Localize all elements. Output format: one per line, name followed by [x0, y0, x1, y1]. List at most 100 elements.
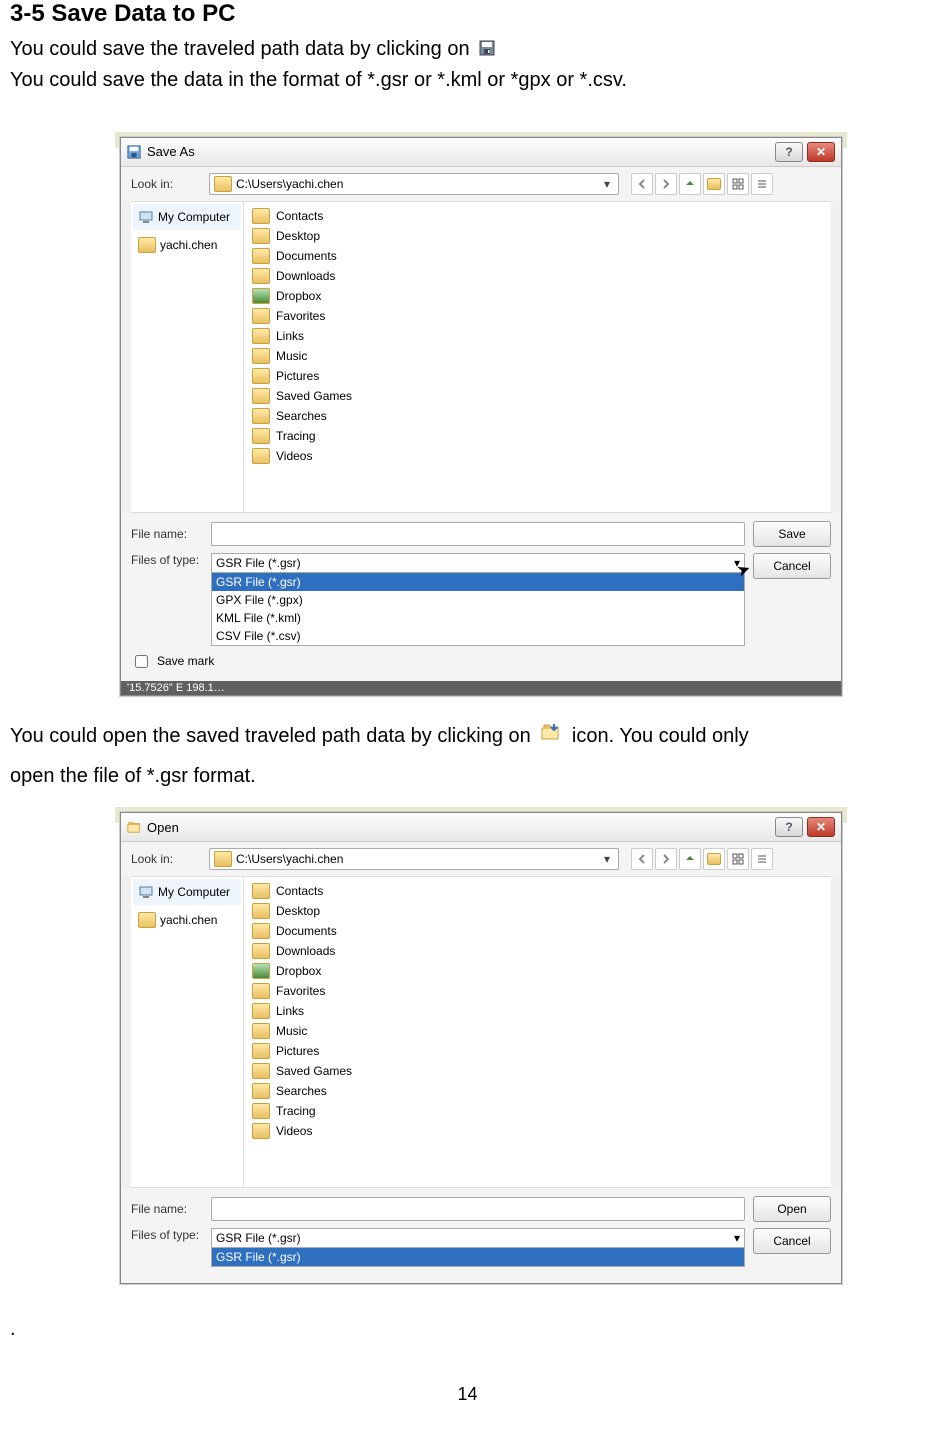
new-folder-button[interactable]: [703, 848, 725, 870]
folder-label: Saved Games: [276, 1064, 352, 1078]
forward-button[interactable]: [655, 848, 677, 870]
help-button[interactable]: ?: [775, 817, 803, 837]
list-item[interactable]: Music: [252, 1021, 823, 1041]
list-item[interactable]: Desktop: [252, 226, 823, 246]
list-item[interactable]: Dropbox: [252, 961, 823, 981]
sidebar-label: My Computer: [158, 885, 230, 899]
help-button[interactable]: ?: [775, 142, 803, 162]
sidebar-item-my-computer[interactable]: My Computer: [133, 879, 241, 905]
folder-label: Dropbox: [276, 964, 321, 978]
view-list-button[interactable]: [727, 173, 749, 195]
folder-label: Documents: [276, 249, 337, 263]
back-button[interactable]: [631, 173, 653, 195]
chevron-down-icon: ▾: [600, 852, 614, 866]
sidebar-item-my-computer[interactable]: My Computer: [133, 204, 241, 230]
view-details-button[interactable]: [751, 848, 773, 870]
list-item[interactable]: Videos: [252, 446, 823, 466]
list-item[interactable]: Downloads: [252, 266, 823, 286]
list-item[interactable]: Links: [252, 1001, 823, 1021]
folder-icon: [252, 428, 270, 444]
filetype-option[interactable]: GPX File (*.gpx): [212, 591, 744, 609]
list-item[interactable]: Links: [252, 326, 823, 346]
list-item[interactable]: Videos: [252, 1121, 823, 1141]
folder-label: Links: [276, 329, 304, 343]
files-of-type-combo[interactable]: GSR File (*.gsr) ▾ GSR File (*.gsr): [211, 1228, 745, 1267]
save-mark-checkbox[interactable]: [135, 655, 148, 668]
list-item[interactable]: Documents: [252, 921, 823, 941]
folder-label: Searches: [276, 1084, 327, 1098]
close-button[interactable]: ✕: [807, 817, 835, 837]
filetype-option[interactable]: CSV File (*.csv): [212, 627, 744, 645]
view-list-button[interactable]: [727, 848, 749, 870]
list-item[interactable]: Saved Games: [252, 386, 823, 406]
intro-line2: You could save the data in the format of…: [10, 69, 627, 91]
list-item[interactable]: Saved Games: [252, 1061, 823, 1081]
folder-icon: [252, 883, 270, 899]
list-item[interactable]: Downloads: [252, 941, 823, 961]
folder-icon: [214, 851, 232, 867]
list-item[interactable]: Pictures: [252, 366, 823, 386]
list-item[interactable]: Tracing: [252, 1101, 823, 1121]
open-dialog: Open ? ✕ Look in: C:\Users\yachi.chen ▾: [120, 812, 842, 1284]
list-item[interactable]: Music: [252, 346, 823, 366]
places-sidebar: My Computer yachi.chen: [131, 202, 244, 512]
forward-button[interactable]: [655, 173, 677, 195]
save-as-dialog: Save As ? ✕ Look in: C:\Users\yachi.chen…: [120, 137, 842, 696]
file-name-input[interactable]: [211, 522, 745, 546]
list-item[interactable]: Favorites: [252, 981, 823, 1001]
sidebar-item-user[interactable]: yachi.chen: [133, 232, 241, 258]
cancel-button[interactable]: Cancel: [753, 1228, 831, 1254]
filetype-option[interactable]: KML File (*.kml): [212, 609, 744, 627]
folder-label: Contacts: [276, 884, 323, 898]
list-item[interactable]: Favorites: [252, 306, 823, 326]
folder-label: Tracing: [276, 429, 316, 443]
sidebar-label: yachi.chen: [160, 238, 217, 252]
list-item[interactable]: Dropbox: [252, 286, 823, 306]
mid-text-a: You could open the saved traveled path d…: [10, 725, 531, 747]
up-button[interactable]: [679, 848, 701, 870]
look-in-combo[interactable]: C:\Users\yachi.chen ▾: [209, 173, 619, 195]
look-in-combo[interactable]: C:\Users\yachi.chen ▾: [209, 848, 619, 870]
files-of-type-label: Files of type:: [131, 553, 203, 567]
folder-icon: [138, 912, 156, 928]
dropbox-icon: [252, 963, 270, 979]
sidebar-item-user[interactable]: yachi.chen: [133, 907, 241, 933]
look-in-path: C:\Users\yachi.chen: [236, 852, 596, 866]
new-folder-button[interactable]: [703, 173, 725, 195]
list-item[interactable]: Tracing: [252, 426, 823, 446]
close-button[interactable]: ✕: [807, 142, 835, 162]
folder-label: Dropbox: [276, 289, 321, 303]
list-item[interactable]: Contacts: [252, 881, 823, 901]
folder-icon: [252, 408, 270, 424]
mid-text-c: open the file of *.gsr format.: [10, 765, 256, 787]
filetype-selected: GSR File (*.gsr): [216, 1231, 301, 1245]
list-item[interactable]: Contacts: [252, 206, 823, 226]
cancel-button[interactable]: Cancel: [753, 553, 831, 579]
list-item[interactable]: Desktop: [252, 901, 823, 921]
filetype-dropdown: GSR File (*.gsr): [212, 1247, 744, 1266]
list-item[interactable]: Documents: [252, 246, 823, 266]
files-of-type-combo[interactable]: GSR File (*.gsr) ▾ GSR File (*.gsr) GPX …: [211, 553, 745, 646]
list-item[interactable]: Searches: [252, 406, 823, 426]
back-button[interactable]: [631, 848, 653, 870]
look-in-label: Look in:: [131, 852, 203, 866]
file-name-input[interactable]: [211, 1197, 745, 1221]
folder-icon: [252, 1103, 270, 1119]
save-button[interactable]: Save: [753, 521, 831, 547]
folder-label: Links: [276, 1004, 304, 1018]
folder-icon: [138, 237, 156, 253]
folder-icon: [252, 228, 270, 244]
up-button[interactable]: [679, 173, 701, 195]
list-item[interactable]: Searches: [252, 1081, 823, 1101]
filetype-option[interactable]: GSR File (*.gsr): [212, 1248, 744, 1266]
view-details-button[interactable]: [751, 173, 773, 195]
save-icon: [479, 35, 495, 65]
open-icon: [127, 820, 141, 834]
folder-icon: [252, 1043, 270, 1059]
filetype-option[interactable]: GSR File (*.gsr): [212, 573, 744, 591]
places-sidebar: My Computer yachi.chen: [131, 877, 244, 1187]
list-item[interactable]: Pictures: [252, 1041, 823, 1061]
folder-icon: [252, 308, 270, 324]
open-button[interactable]: Open: [753, 1196, 831, 1222]
folder-icon: [252, 1003, 270, 1019]
